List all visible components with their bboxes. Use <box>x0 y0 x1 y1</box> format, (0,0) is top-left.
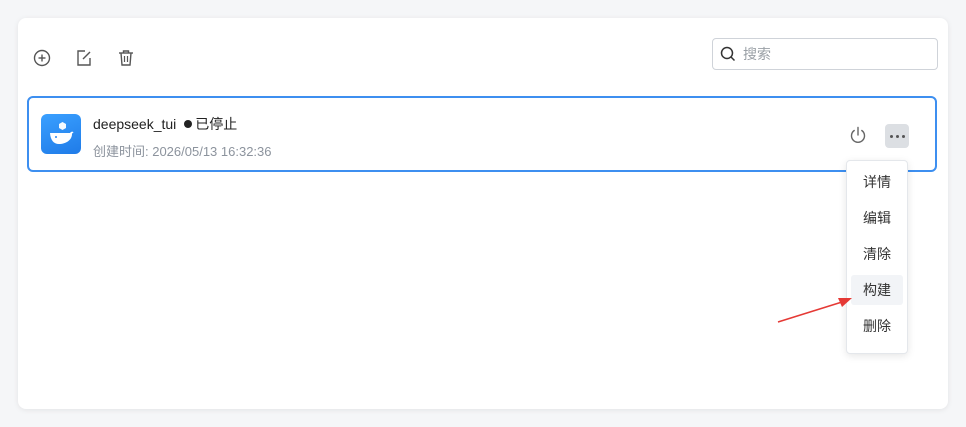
power-button[interactable] <box>847 124 869 146</box>
trash-icon <box>119 50 133 66</box>
edit-button[interactable] <box>69 43 99 73</box>
docker-icon <box>41 114 81 154</box>
container-name-line: deepseek_tui 已停止 <box>93 114 237 134</box>
menu-item-build[interactable]: 构建 <box>851 275 903 305</box>
menu-item-edit[interactable]: 编辑 <box>851 203 903 233</box>
delete-button[interactable] <box>111 43 141 73</box>
edit-icon <box>77 50 91 66</box>
status-text: 已停止 <box>195 116 238 132</box>
plus-circle-icon <box>33 49 51 67</box>
search-box[interactable] <box>712 38 938 70</box>
status-dot <box>184 120 193 128</box>
more-icon-dot <box>889 134 893 138</box>
search-input[interactable] <box>743 41 923 67</box>
search-icon <box>720 46 736 62</box>
container-panel: deepseek_tui 已停止 创建时间: 2026/05/13 16:32:… <box>18 18 948 409</box>
container-name: deepseek_tui <box>93 116 177 132</box>
created-time: 创建时间: 2026/05/13 16:32:36 <box>93 144 272 159</box>
menu-item-details[interactable]: 详情 <box>851 167 903 197</box>
add-button[interactable] <box>27 43 57 73</box>
menu-item-clear[interactable]: 清除 <box>851 239 903 269</box>
container-card[interactable]: deepseek_tui 已停止 创建时间: 2026/05/13 16:32:… <box>27 96 937 172</box>
more-icon-dot <box>901 134 905 138</box>
menu-item-delete[interactable]: 删除 <box>851 311 903 341</box>
more-menu: 详情 编辑 清除 构建 删除 <box>846 160 908 354</box>
more-icon-dot <box>895 134 899 138</box>
power-icon <box>850 126 866 143</box>
more-button[interactable] <box>885 124 909 148</box>
